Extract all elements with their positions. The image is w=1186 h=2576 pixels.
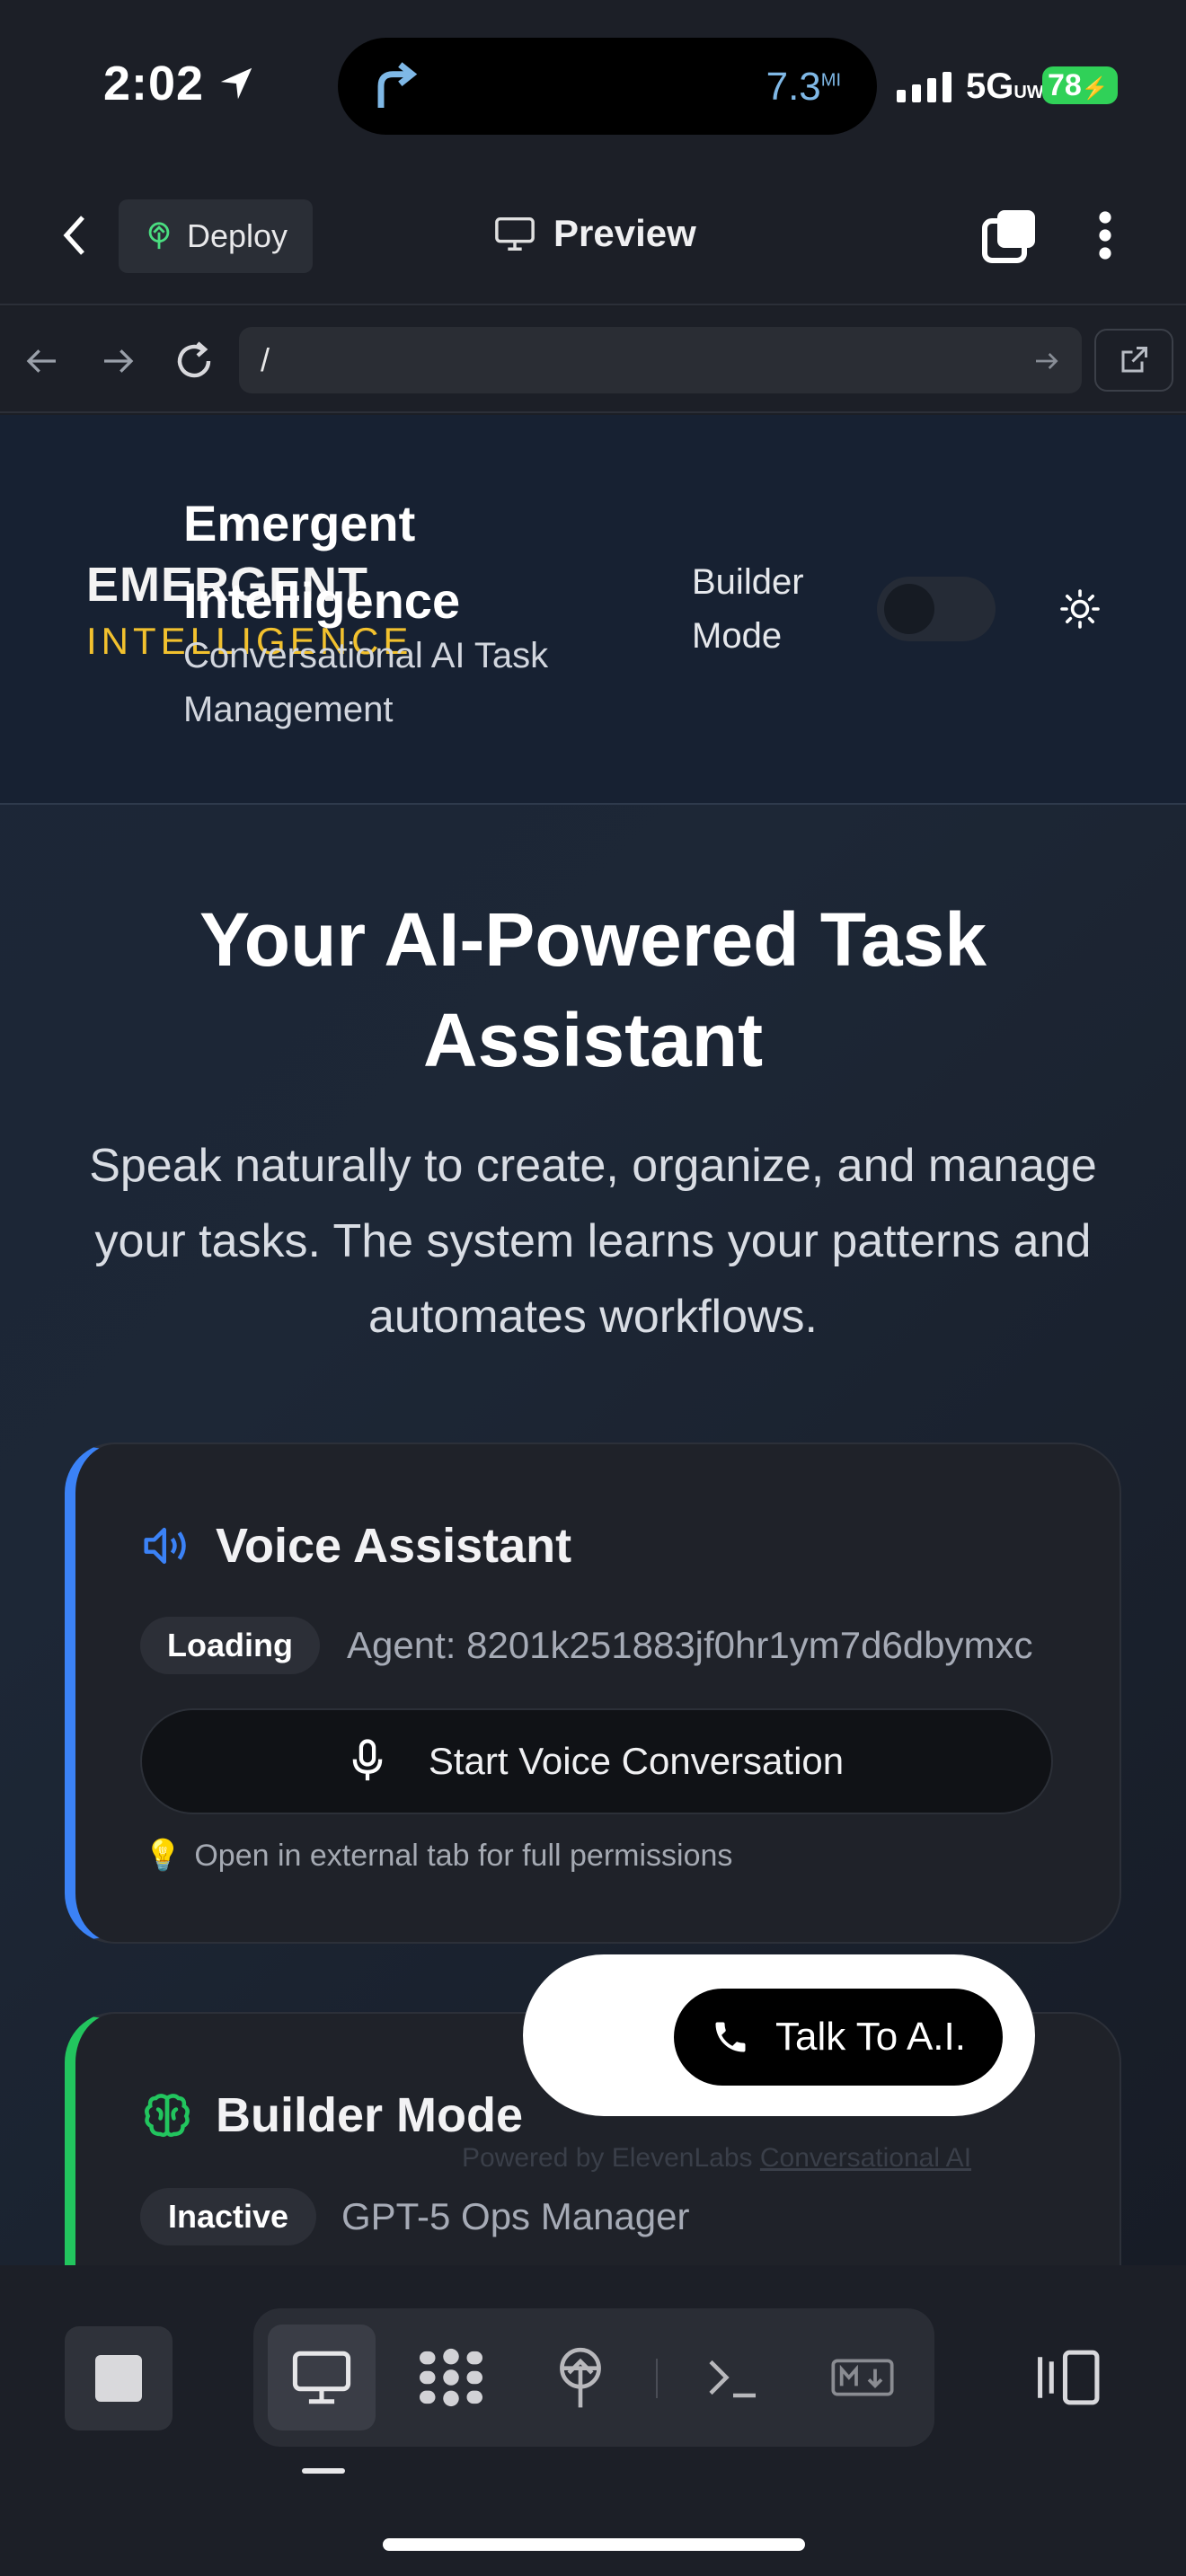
more-options-icon[interactable]	[1087, 208, 1123, 262]
tab-terminal[interactable]	[679, 2325, 787, 2430]
builder-mode-label: Builder Mode	[692, 562, 804, 656]
home-indicator	[383, 2538, 805, 2551]
talk-to-ai-button[interactable]: Talk To A.I.	[674, 1989, 1003, 2086]
builder-model: GPT-5 Ops Manager	[341, 2195, 690, 2237]
tabs-icon[interactable]	[981, 207, 1039, 264]
powered-by-text: Powered by ElevenLabs Conversational AI	[462, 2143, 972, 2173]
builder-mode-toggle[interactable]	[877, 577, 996, 641]
stop-icon	[95, 2355, 142, 2402]
open-external-button[interactable]	[1094, 329, 1173, 392]
toggle-knob	[884, 584, 934, 634]
go-arrow-icon[interactable]	[1031, 347, 1062, 375]
location-arrow-icon	[220, 67, 252, 100]
nav-back-icon[interactable]	[23, 343, 61, 379]
start-voice-conversation-button[interactable]: Start Voice Conversation	[140, 1708, 1053, 1814]
markdown-icon	[831, 2359, 894, 2396]
hero-subtitle: Speak naturally to create, organize, and…	[89, 1140, 1097, 1343]
monitor-icon	[495, 216, 535, 251]
brand-subtitle: Conversational AI Task Management	[183, 636, 549, 729]
tab-preview[interactable]	[268, 2325, 376, 2430]
terminal-icon	[709, 2360, 756, 2398]
active-tab-indicator	[302, 2468, 345, 2474]
nav-forward-icon[interactable]	[99, 343, 137, 379]
deploy-button[interactable]: Deploy	[119, 199, 313, 273]
dynamic-island: 7.3MI	[338, 38, 877, 135]
apps-grid-icon	[420, 2348, 482, 2407]
voice-status-badge: Loading	[140, 1617, 320, 1674]
phone-icon	[715, 2022, 746, 2052]
brain-icon	[145, 2094, 190, 2138]
tab-apps[interactable]	[397, 2325, 505, 2430]
stop-button[interactable]	[65, 2326, 173, 2430]
battery-indicator: 78⚡	[1042, 66, 1118, 104]
talk-to-ai-label: Talk To A.I.	[775, 2015, 966, 2059]
tab-deploy[interactable]	[527, 2325, 634, 2430]
status-time: 2:02	[103, 57, 205, 110]
conversational-ai-link[interactable]: Conversational AI	[760, 2143, 971, 2173]
preview-title: Preview	[494, 212, 696, 255]
lightbulb-icon: 💡	[144, 1839, 182, 1873]
deploy-label: Deploy	[187, 217, 288, 254]
permissions-tip: 💡 Open in external tab for full permissi…	[144, 1838, 732, 1874]
agent-id: Agent: 8201k251883jf0hr1ym7d6dbymxc	[347, 1624, 1033, 1666]
theme-toggle-sun-icon[interactable]	[1058, 587, 1102, 631]
tip-text: Open in external tab for full permission…	[194, 1838, 733, 1873]
split-view-icon[interactable]	[1033, 2346, 1102, 2409]
tab-markdown[interactable]	[809, 2325, 916, 2430]
reload-icon[interactable]	[173, 340, 216, 383]
url-input[interactable]: /	[239, 327, 1082, 393]
microphone-icon	[352, 1739, 383, 1781]
turn-arrow-icon	[377, 62, 418, 108]
cell-signal-icon	[897, 72, 951, 102]
back-chevron-icon[interactable]	[58, 212, 93, 259]
network-type: 5GUW	[966, 66, 1044, 106]
deploy-icon	[148, 222, 170, 250]
speaker-icon	[144, 1527, 186, 1565]
hero-title: Your AI-Powered Task Assistant	[199, 897, 987, 1082]
brand-title: Emergent Intelligence	[183, 495, 461, 629]
nav-distance: 7.3MI	[766, 65, 841, 109]
external-link-icon	[1121, 347, 1147, 373]
tab-divider	[656, 2359, 658, 2398]
preview-label: Preview	[553, 212, 696, 254]
voice-card-title: Voice Assistant	[216, 1519, 572, 1573]
builder-card-title: Builder Mode	[216, 2088, 524, 2142]
monitor-icon	[292, 2351, 351, 2404]
start-voice-label: Start Voice Conversation	[428, 1740, 845, 1782]
deploy-tree-icon	[560, 2347, 601, 2408]
builder-status-badge: Inactive	[140, 2188, 316, 2245]
